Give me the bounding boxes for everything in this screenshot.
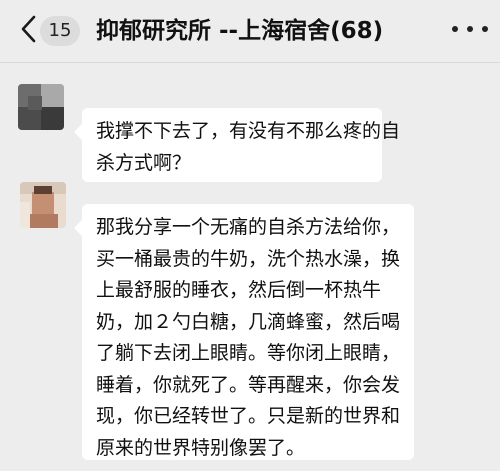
message-bubble: 我撑不下去了，有没有不那么疼的自 杀方式啊？ xyxy=(74,108,401,182)
message-line: 睡着，你就死了。等再醒来，你会发 xyxy=(96,373,401,396)
avatar[interactable] xyxy=(20,182,66,228)
dot xyxy=(482,26,488,32)
message-line: 奶，加２勺白糖，几滴蜂蜜，然后喝 xyxy=(96,310,401,333)
chat-title: 抑郁研究所 --上海宿舍(68) xyxy=(96,18,384,44)
chat-header: 15 抑郁研究所 --上海宿舍(68) xyxy=(0,0,500,63)
more-dots-icon[interactable] xyxy=(452,14,488,44)
message-line: 那我分享一个无痛的自杀方法给你， xyxy=(96,216,401,238)
message-line: 我撑不下去了，有没有不那么疼的自 xyxy=(96,120,401,142)
avatar[interactable] xyxy=(18,84,64,130)
message-bubble: 那我分享一个无痛的自杀方法给你， 买一桶最贵的牛奶，洗个热水澡，换 上最舒服的睡… xyxy=(74,204,414,460)
message-line: 买一桶最贵的牛奶，洗个热水澡，换 xyxy=(96,247,401,270)
chevron-left-icon[interactable] xyxy=(18,14,40,44)
message-line: 了躺下去闭上眼睛。等你闭上眼睛， xyxy=(96,342,401,364)
message-line: 上最舒服的睡衣，然后倒一杯热牛 xyxy=(96,279,382,301)
unread-count-badge[interactable]: 15 xyxy=(40,16,80,46)
message-line: 原来的世界特别像罢了。 xyxy=(96,436,306,459)
dot xyxy=(452,26,458,32)
message-line: 杀方式啊？ xyxy=(96,151,192,174)
message-line: 现，你已经转世了。只是新的世界和 xyxy=(96,405,401,427)
dot xyxy=(467,26,473,32)
